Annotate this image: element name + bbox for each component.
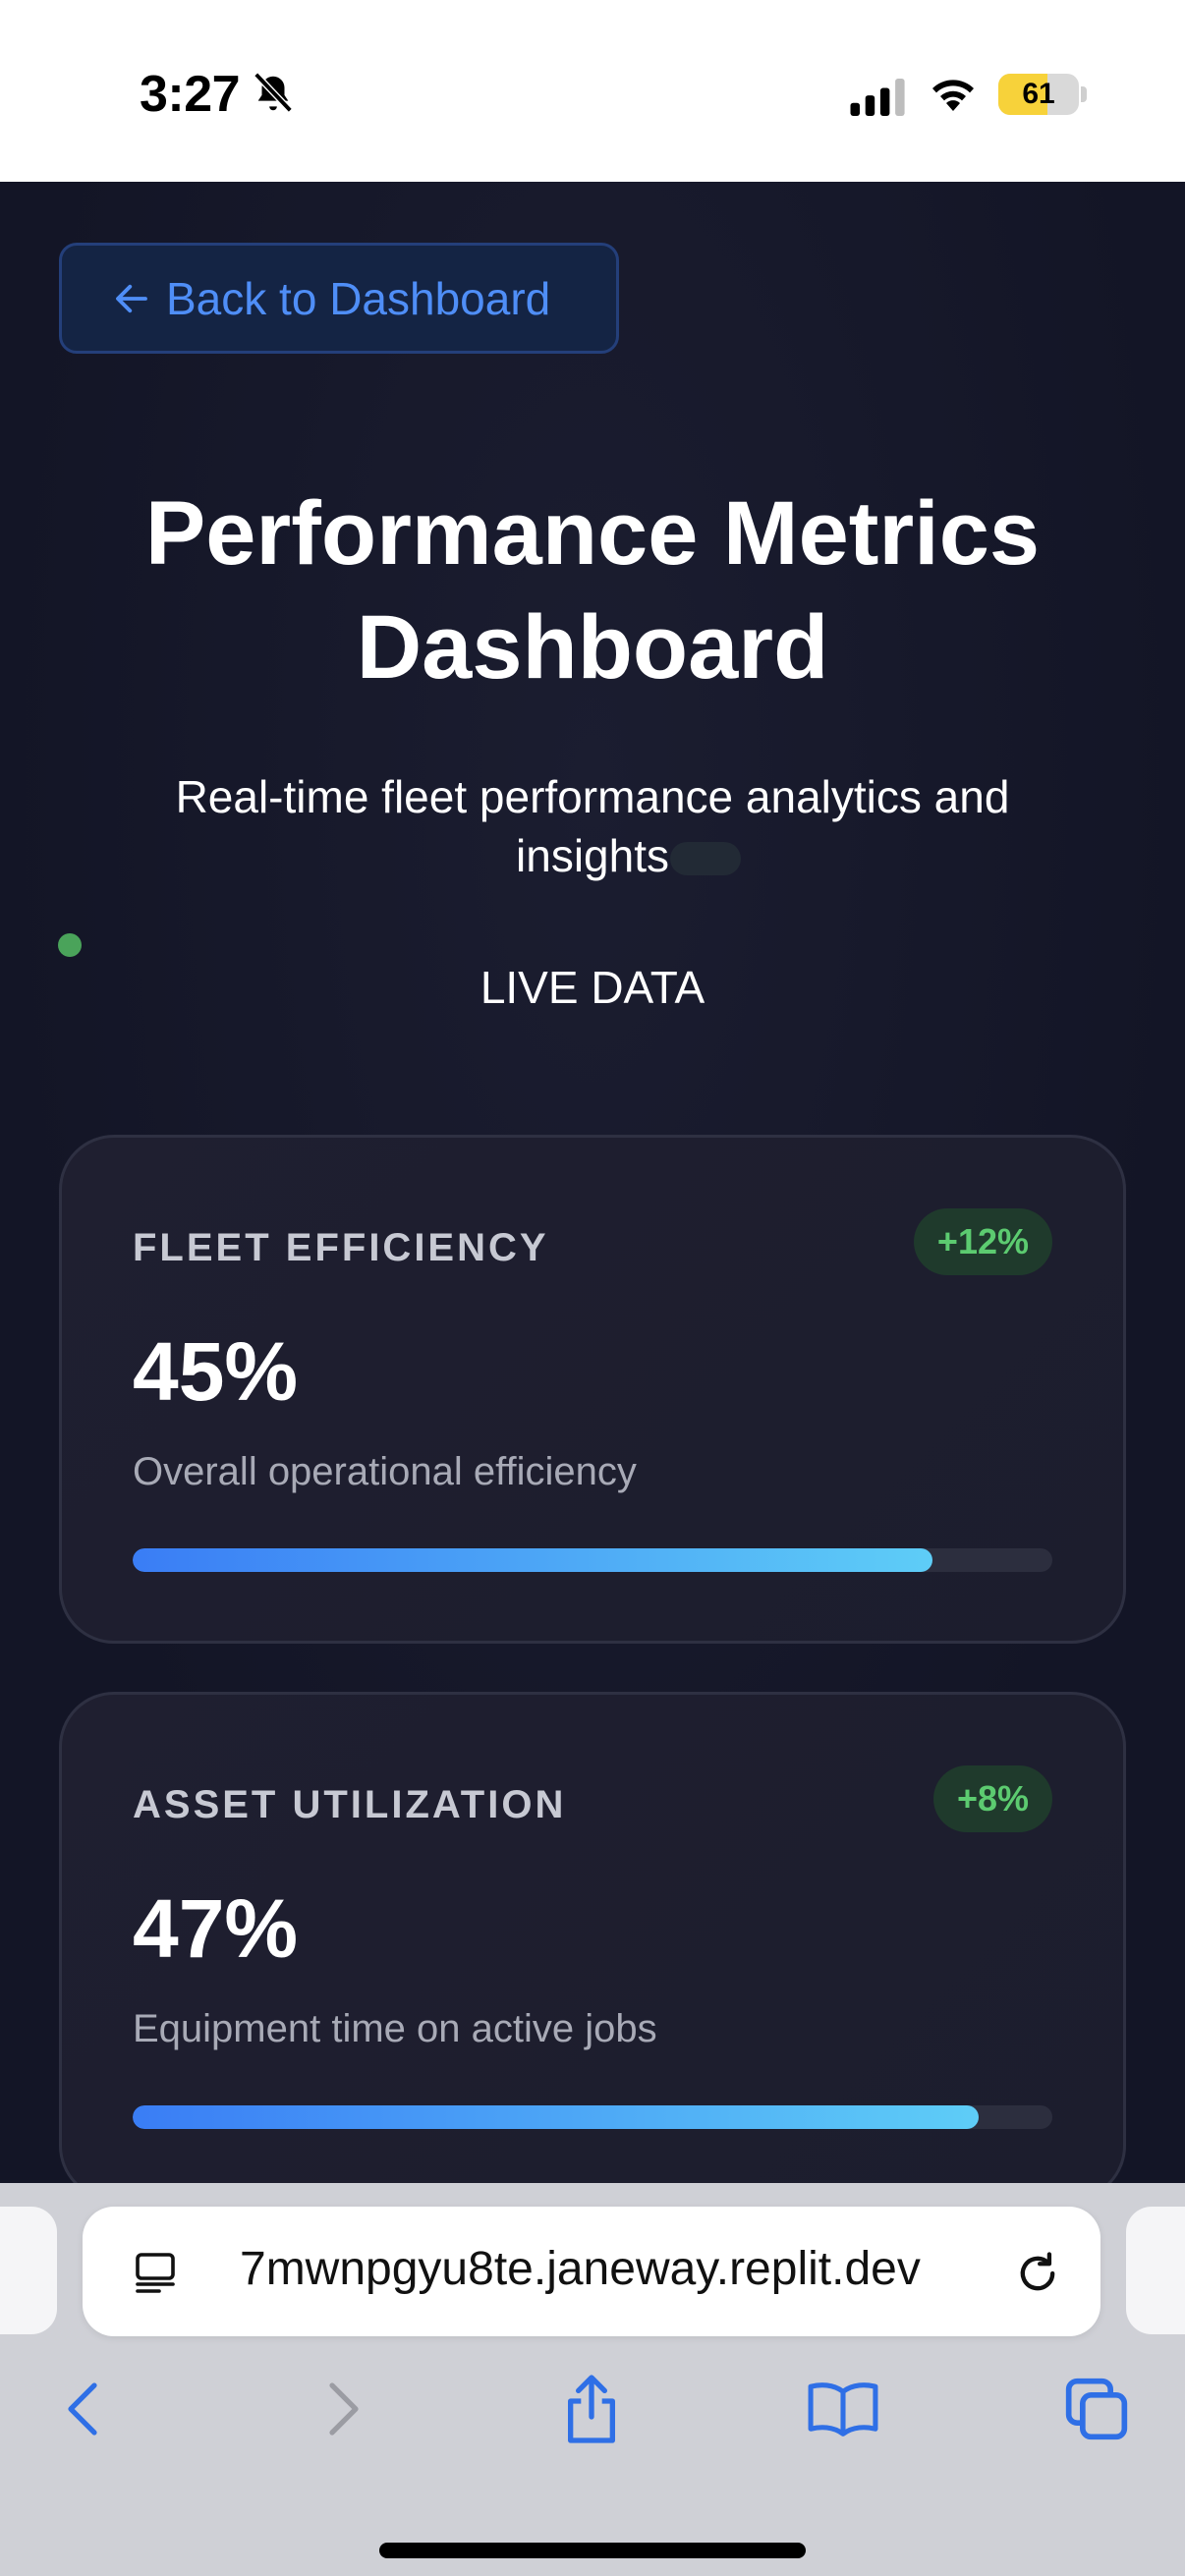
metric-card-fleet-efficiency: FLEET EFFICIENCY +12% 45% Overall operat… [59, 1135, 1126, 1644]
live-indicator-dot [58, 933, 82, 957]
metric-change-badge: +12% [913, 1208, 1052, 1275]
forward-arrow-icon [329, 2382, 359, 2436]
reader-mode-icon[interactable] [132, 2248, 179, 2297]
tabs-button[interactable] [1047, 2360, 1146, 2458]
status-bar: 3:27 61 [0, 0, 1185, 182]
battery-cap [1081, 86, 1087, 102]
metric-label: ASSET UTILIZATION [133, 1783, 567, 1826]
metric-progress-bar [133, 2105, 1052, 2129]
battery-icon: 61 [998, 74, 1079, 115]
reload-icon[interactable] [1012, 2248, 1063, 2299]
back-arrow-icon [68, 2382, 97, 2436]
wifi-icon [932, 80, 974, 111]
metric-change-badge: +8% [932, 1765, 1052, 1832]
metric-progress-fill [133, 2105, 980, 2129]
metric-progress-fill [133, 1548, 933, 1572]
metric-label: FLEET EFFICIENCY [133, 1226, 549, 1269]
status-time: 3:27 [140, 66, 241, 123]
back-to-dashboard-button[interactable]: Back to Dashboard [59, 243, 619, 354]
metric-description: Equipment time on active jobs [133, 2007, 657, 2050]
back-nav-button[interactable] [35, 2360, 134, 2458]
subtitle-pill [670, 842, 741, 875]
arrow-left-icon [116, 284, 147, 312]
live-data-label: LIVE DATA [480, 962, 705, 1013]
metric-card-asset-utilization: ASSET UTILIZATION +8% 47% Equipment time… [59, 1692, 1126, 2183]
metric-description: Overall operational efficiency [133, 1450, 637, 1493]
bookmarks-icon [808, 2382, 878, 2436]
metric-progress-bar [133, 1548, 1052, 1572]
share-icon [568, 2375, 615, 2443]
share-button[interactable] [542, 2360, 641, 2458]
browser-nav-row [0, 2360, 1185, 2458]
bell-slash-icon [254, 72, 293, 113]
previous-tab-preview[interactable] [0, 2207, 57, 2334]
url-text[interactable]: 7mwnpgyu8te.janeway.replit.dev [240, 2242, 1016, 2296]
address-bar[interactable]: 7mwnpgyu8te.janeway.replit.dev [83, 2207, 1100, 2336]
browser-toolbar: 7mwnpgyu8te.janeway.replit.dev [0, 2183, 1185, 2576]
home-indicator [379, 2543, 806, 2558]
page-title: Performance Metrics Dashboard [144, 483, 1041, 698]
battery-level: 61 [1022, 78, 1055, 110]
page-content: Back to Dashboard Performance Metrics Da… [0, 182, 1185, 2183]
metric-value: 47% [133, 1882, 299, 1975]
forward-nav-button[interactable] [293, 2360, 391, 2458]
tabs-icon [1065, 2378, 1128, 2440]
cellular-signal-icon [850, 79, 905, 116]
metric-value: 45% [133, 1325, 299, 1418]
page-subtitle: Real-time fleet performance analytics an… [175, 771, 1010, 881]
bookmarks-button[interactable] [794, 2360, 892, 2458]
next-tab-preview[interactable] [1126, 2207, 1185, 2334]
back-button-label: Back to Dashboard [166, 272, 551, 324]
